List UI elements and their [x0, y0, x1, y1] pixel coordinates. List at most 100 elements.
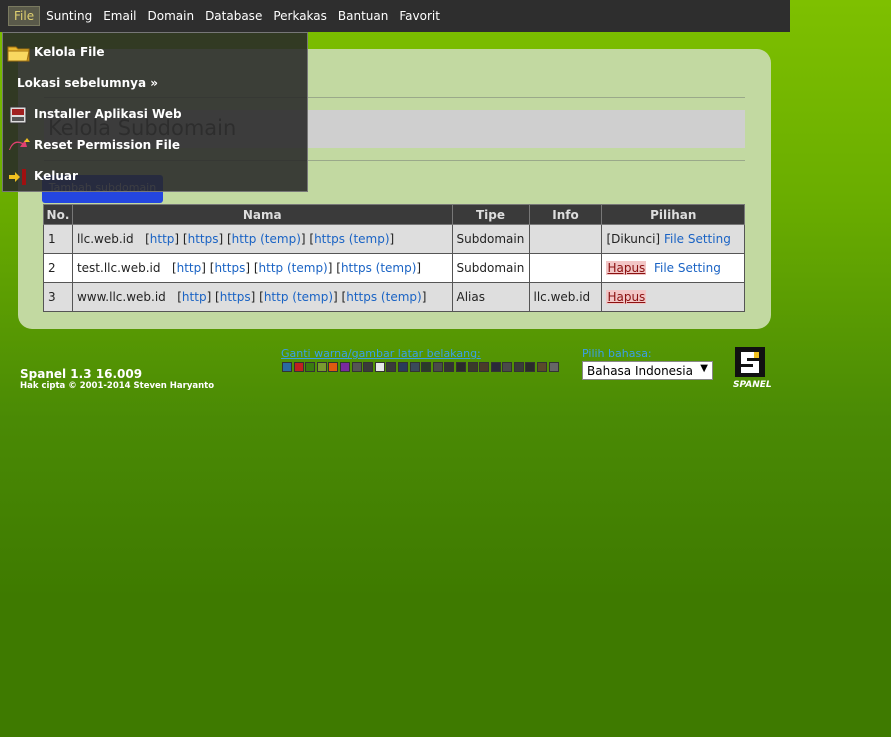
row-no: 1 — [43, 224, 73, 254]
row-no: 2 — [43, 253, 73, 283]
menu-domain[interactable]: Domain — [142, 7, 199, 25]
http-link[interactable]: http — [150, 232, 175, 246]
https-link[interactable]: https — [220, 290, 251, 304]
top-menubar: File Sunting Email Domain Database Perka… — [0, 0, 790, 32]
menu-item-label: Keluar — [34, 169, 78, 183]
language-select[interactable]: Bahasa Indonesia ▼ — [582, 361, 713, 380]
background-swatch[interactable] — [467, 362, 478, 372]
http-temp-link[interactable]: http (temp) — [259, 261, 328, 275]
hapus-link[interactable]: Hapus — [606, 261, 647, 275]
background-swatch[interactable] — [537, 362, 548, 372]
menu-file[interactable]: File — [8, 6, 41, 26]
background-swatch[interactable] — [328, 362, 339, 372]
background-swatch[interactable] — [513, 362, 524, 372]
row-info — [528, 224, 603, 254]
background-swatch[interactable] — [293, 362, 304, 372]
menu-item-kelola-file[interactable]: Kelola File — [3, 37, 307, 65]
background-swatch[interactable] — [432, 362, 443, 372]
background-swatch[interactable] — [409, 362, 420, 372]
menu-item-keluar[interactable]: Keluar — [3, 161, 307, 189]
background-swatch[interactable] — [444, 362, 455, 372]
menu-item-label: Installer Aplikasi Web — [34, 107, 182, 121]
menu-item-lokasi-sebelumnya[interactable]: Lokasi sebelumnya » — [3, 68, 307, 96]
hapus-link[interactable]: Hapus — [606, 290, 647, 304]
row-name-cell: test.llc.web.id [http] [https] [http (te… — [71, 253, 453, 283]
copyright-text: Hak cipta © 2001-2014 Steven Haryanto — [20, 381, 215, 391]
col-header-tipe: Tipe — [451, 204, 530, 225]
http-link[interactable]: http — [177, 261, 202, 275]
menu-perkakas[interactable]: Perkakas — [268, 7, 332, 25]
col-header-no: No. — [43, 204, 73, 225]
subdomain-table: No. Nama Tipe Info Pilihan 1 llc.web.id … — [43, 204, 745, 312]
background-swatch[interactable] — [351, 362, 362, 372]
menu-favorit[interactable]: Favorit — [394, 7, 445, 25]
version-text: Spanel 1.3 16.009 — [20, 367, 143, 381]
background-swatch[interactable] — [316, 362, 327, 372]
menu-item-label: Kelola File — [34, 45, 105, 59]
background-swatch[interactable] — [455, 362, 466, 372]
background-swatch[interactable] — [490, 362, 501, 372]
row-tipe: Alias — [451, 282, 530, 312]
row-actions: Hapus File Setting — [601, 253, 745, 283]
row-name: www.llc.web.id — [76, 290, 166, 304]
table-row: 3 www.llc.web.id [http] [https] [http (t… — [43, 282, 745, 312]
locked-label: [Dikunci] — [606, 232, 661, 246]
menu-database[interactable]: Database — [200, 7, 267, 25]
background-swatch[interactable] — [339, 362, 350, 372]
logo-text: SPANEL — [733, 380, 772, 390]
background-swatch[interactable] — [548, 362, 559, 372]
http-temp-link[interactable]: http (temp) — [264, 290, 333, 304]
file-setting-link[interactable]: File Setting — [654, 261, 721, 275]
background-swatch[interactable] — [305, 362, 316, 372]
dropdown-arrow-icon: ▼ — [700, 363, 708, 374]
background-swatch[interactable] — [502, 362, 513, 372]
table-row: 2 test.llc.web.id [http] [https] [http (… — [43, 253, 745, 283]
menu-bantuan[interactable]: Bantuan — [333, 7, 393, 25]
row-tipe: Subdomain — [451, 253, 530, 283]
installer-icon — [7, 105, 29, 124]
row-name-cell: www.llc.web.id [http] [https] [http (tem… — [71, 282, 453, 312]
row-name: llc.web.id — [76, 232, 134, 246]
language-value: Bahasa Indonesia — [587, 364, 693, 378]
background-swatch[interactable] — [374, 362, 385, 372]
https-temp-link[interactable]: https (temp) — [314, 232, 389, 246]
menu-item-label: Reset Permission File — [34, 138, 180, 152]
row-no: 3 — [43, 282, 73, 312]
http-link[interactable]: http — [182, 290, 207, 304]
folder-icon — [7, 43, 30, 62]
https-link[interactable]: https — [214, 261, 245, 275]
menu-item-reset-permission[interactable]: Reset Permission File — [3, 130, 307, 158]
menu-email[interactable]: Email — [98, 7, 141, 25]
file-dropdown-menu: Kelola File Lokasi sebelumnya » Installe… — [2, 32, 308, 192]
menu-item-installer[interactable]: Installer Aplikasi Web — [3, 99, 307, 127]
language-label: Pilih bahasa: — [582, 347, 652, 360]
background-swatch[interactable] — [386, 362, 397, 372]
spanel-logo: SPANEL — [731, 347, 772, 393]
background-swatch[interactable] — [397, 362, 408, 372]
row-actions: [Dikunci] File Setting — [601, 224, 745, 254]
menu-sunting[interactable]: Sunting — [41, 7, 97, 25]
file-setting-link[interactable]: File Setting — [664, 232, 731, 246]
row-name-cell: llc.web.id [http] [https] [http (temp)] … — [71, 224, 453, 254]
background-swatch[interactable] — [525, 362, 536, 372]
http-temp-link[interactable]: http (temp) — [232, 232, 301, 246]
col-header-info: Info — [528, 204, 603, 225]
https-link[interactable]: https — [188, 232, 219, 246]
background-picker-label: Ganti warna/gambar latar belakang: — [281, 347, 481, 360]
row-name: test.llc.web.id — [76, 261, 161, 275]
row-tipe: Subdomain — [451, 224, 530, 254]
background-swatch[interactable] — [363, 362, 374, 372]
row-info — [528, 253, 603, 283]
https-temp-link[interactable]: https (temp) — [346, 290, 421, 304]
col-header-pilihan: Pilihan — [601, 204, 745, 225]
exit-icon — [7, 167, 29, 185]
reset-icon — [7, 136, 30, 154]
https-temp-link[interactable]: https (temp) — [341, 261, 416, 275]
background-swatch[interactable] — [421, 362, 432, 372]
background-swatches — [282, 362, 560, 372]
row-info: llc.web.id — [528, 282, 603, 312]
col-header-nama: Nama — [71, 204, 453, 225]
menu-item-label: Lokasi sebelumnya » — [17, 76, 158, 90]
background-swatch[interactable] — [479, 362, 490, 372]
background-swatch[interactable] — [282, 362, 292, 372]
